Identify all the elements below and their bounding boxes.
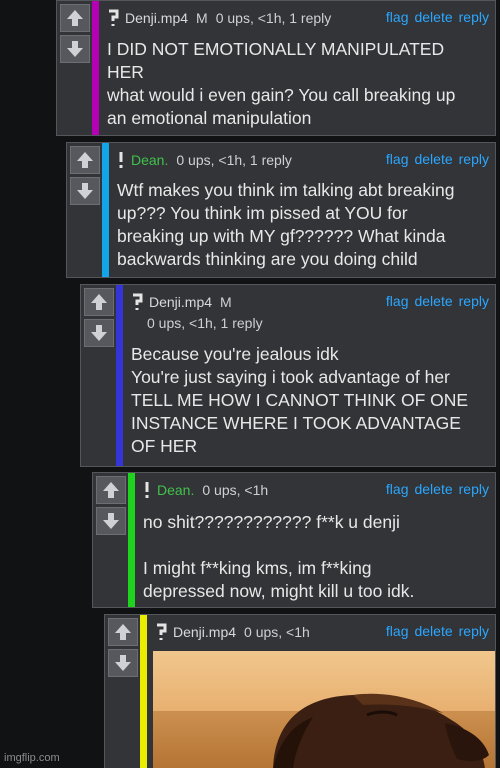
delete-link[interactable]: delete bbox=[414, 151, 452, 167]
flag-link[interactable]: flag bbox=[386, 293, 409, 309]
watermark: imgflip.com bbox=[4, 752, 60, 764]
vote-controls bbox=[108, 618, 140, 680]
mod-badge: M bbox=[196, 10, 208, 27]
username-link[interactable]: Dean. bbox=[157, 482, 194, 498]
thread-depth-bar bbox=[92, 1, 99, 135]
arrow-up-icon bbox=[91, 294, 107, 310]
arrow-up-icon bbox=[103, 482, 119, 498]
reply-link[interactable]: reply bbox=[459, 9, 489, 25]
delete-link[interactable]: delete bbox=[414, 623, 452, 639]
avatar[interactable] bbox=[116, 151, 126, 172]
downvote-button[interactable] bbox=[96, 507, 126, 535]
upvote-button[interactable] bbox=[108, 618, 138, 646]
comment-text: no shit???????????? f**k u denji I might … bbox=[143, 512, 415, 601]
downvote-button[interactable] bbox=[84, 319, 114, 347]
upvote-button[interactable] bbox=[84, 288, 114, 316]
vote-controls bbox=[96, 476, 128, 538]
comment-meta: 0 ups, <1h, 1 reply bbox=[176, 152, 292, 169]
comment-meta: 0 ups, <1h, 1 reply bbox=[215, 10, 332, 27]
downvote-button[interactable] bbox=[70, 177, 100, 205]
avatar[interactable] bbox=[130, 293, 144, 314]
flag-link[interactable]: flag bbox=[386, 481, 409, 497]
reply-link[interactable]: reply bbox=[459, 151, 489, 167]
thread-depth-bar bbox=[128, 473, 135, 607]
comment-meta: 0 ups, <1h, 1 reply bbox=[147, 315, 263, 331]
upvote-button[interactable] bbox=[60, 4, 90, 32]
vote-controls bbox=[70, 146, 102, 208]
comment: Denji.mp4 M 0 ups, <1h, 1 reply flag delete… bbox=[56, 0, 496, 136]
avatar[interactable] bbox=[154, 623, 168, 644]
flag-link[interactable]: flag bbox=[386, 623, 409, 639]
avatar[interactable] bbox=[106, 9, 120, 30]
upvote-button[interactable] bbox=[70, 146, 100, 174]
flag-link[interactable]: flag bbox=[386, 151, 409, 167]
arrow-down-icon bbox=[77, 183, 93, 199]
username-link[interactable]: Denji.mp4 bbox=[149, 294, 212, 310]
comment-text: Wtf makes you think im talking abt break… bbox=[117, 180, 455, 269]
downvote-button[interactable] bbox=[108, 649, 138, 677]
comment: Dean. 0 ups, <1h flag delete reply no shit?… bbox=[92, 472, 496, 608]
comment: Dean. 0 ups, <1h, 1 reply flag delete reply… bbox=[66, 142, 496, 278]
comment: Denji.mp4 M flag delete reply 0 ups, <1h, 1… bbox=[80, 284, 496, 467]
arrow-up-icon bbox=[67, 10, 83, 26]
arrow-down-icon bbox=[115, 655, 131, 671]
arrow-up-icon bbox=[115, 624, 131, 640]
comment-text: Because you're jealous idk You're just sa… bbox=[131, 344, 469, 456]
username-link[interactable]: Denji.mp4 bbox=[173, 624, 236, 640]
flag-link[interactable]: flag bbox=[386, 9, 409, 25]
meme-image[interactable] bbox=[153, 651, 495, 768]
comment-meta: 0 ups, <1h bbox=[202, 482, 269, 499]
upvote-button[interactable] bbox=[96, 476, 126, 504]
vote-controls bbox=[84, 288, 116, 350]
delete-link[interactable]: delete bbox=[414, 293, 452, 309]
mod-badge: M bbox=[220, 294, 232, 311]
delete-link[interactable]: delete bbox=[414, 9, 452, 25]
username-link[interactable]: Denji.mp4 bbox=[125, 10, 188, 26]
arrow-up-icon bbox=[77, 152, 93, 168]
vote-controls bbox=[60, 4, 92, 66]
avatar[interactable] bbox=[142, 481, 152, 502]
arrow-down-icon bbox=[91, 325, 107, 341]
username-link[interactable]: Dean. bbox=[131, 152, 168, 168]
comment-meta: 0 ups, <1h bbox=[244, 624, 310, 641]
arrow-down-icon bbox=[67, 41, 83, 57]
comment-text: I DID NOT EMOTIONALLY MANIPULATED HER what… bbox=[107, 39, 456, 128]
arrow-down-icon bbox=[103, 513, 119, 529]
thread-depth-bar bbox=[102, 143, 109, 277]
reply-link[interactable]: reply bbox=[459, 481, 489, 497]
delete-link[interactable]: delete bbox=[414, 481, 452, 497]
comment: Denji.mp4 0 ups, <1h flag delete reply bbox=[104, 614, 496, 768]
downvote-button[interactable] bbox=[60, 35, 90, 63]
thread-depth-bar bbox=[140, 615, 147, 768]
reply-link[interactable]: reply bbox=[459, 623, 489, 639]
reply-link[interactable]: reply bbox=[459, 293, 489, 309]
thread-depth-bar bbox=[116, 285, 123, 466]
